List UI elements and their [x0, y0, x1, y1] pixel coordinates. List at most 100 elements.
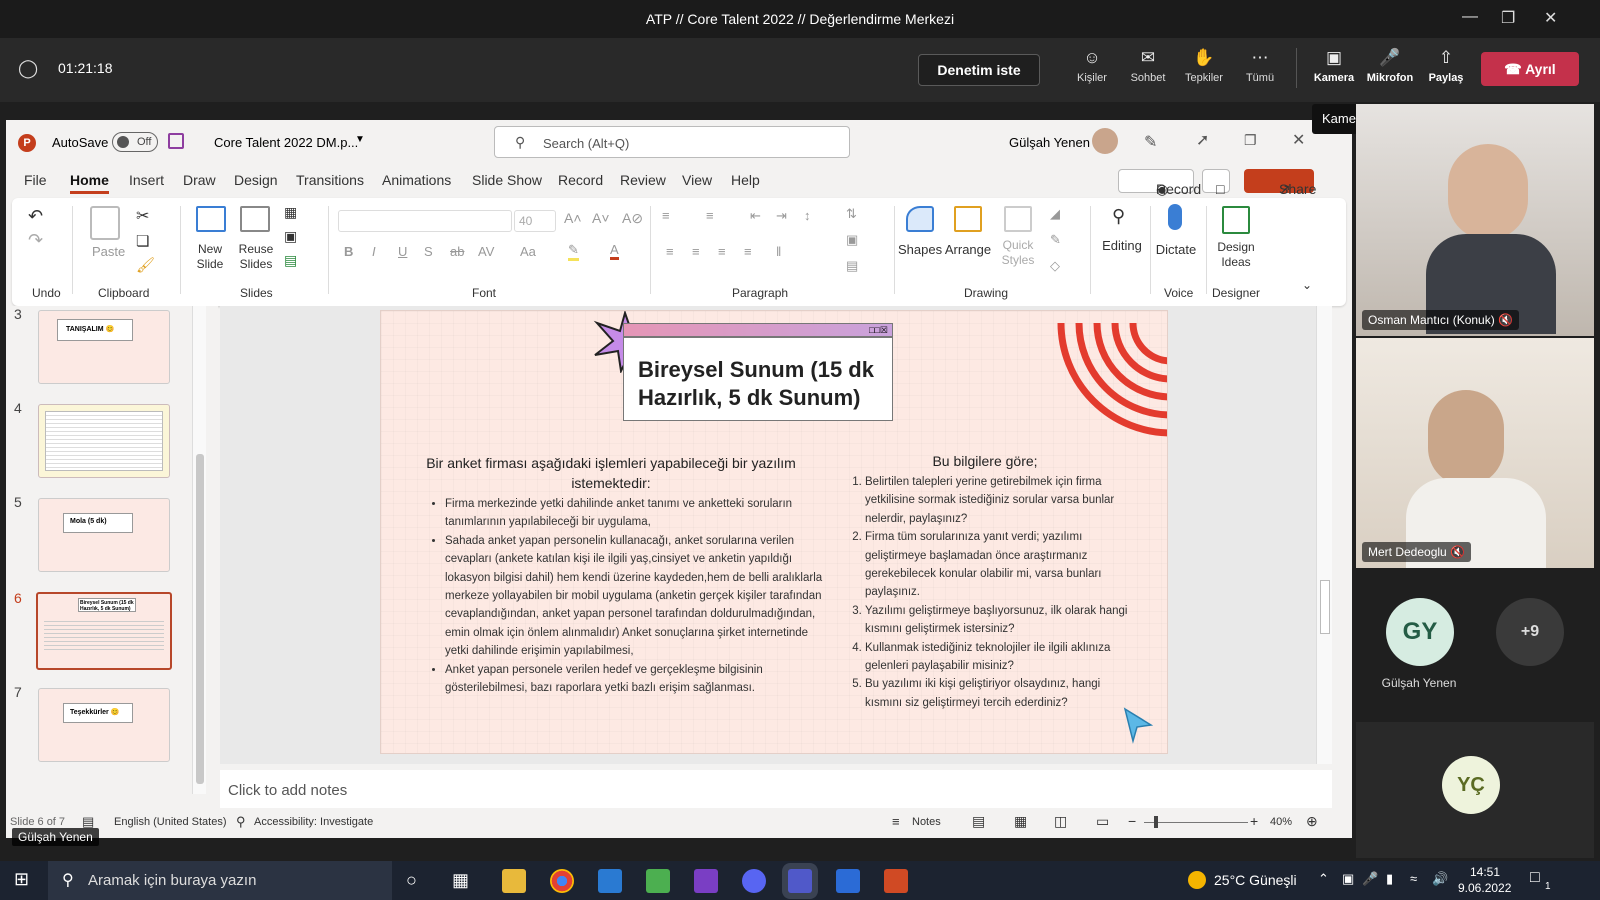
grow-font-icon[interactable]: A˄ [564, 210, 582, 226]
new-slide-label[interactable]: New Slide [188, 242, 232, 272]
editing-label[interactable]: Editing [1098, 238, 1146, 253]
slide-thumbnail-7[interactable]: Teşekkürler 😊 [38, 688, 170, 762]
camera-button[interactable]: ▣ Kamera [1306, 48, 1362, 84]
slide-thumbnail-6-selected[interactable]: Bireysel Sunum (15 dk Hazırlık, 5 dk Sun… [36, 592, 172, 670]
chat-button[interactable]: ✉ Sohbet [1120, 48, 1176, 84]
taskbar-search[interactable]: ⚲ Aramak için buraya yazın [48, 861, 392, 900]
scroll-thumb[interactable] [196, 454, 204, 784]
clock-time[interactable]: 14:51 [1470, 865, 1500, 879]
share-button[interactable]: ⇧ Paylaş [1418, 48, 1474, 84]
decrease-indent-icon[interactable]: ⇤ [750, 208, 761, 224]
bold-icon[interactable]: B [344, 244, 353, 259]
align-center-icon[interactable]: ≡ [692, 244, 700, 259]
slideshow-icon[interactable]: ▭ [1096, 813, 1109, 830]
volume-icon[interactable]: 🔊 [1432, 871, 1448, 887]
current-slide[interactable]: □□☒ Bireysel Sunum (15 dk Hazırlık, 5 dk… [380, 310, 1168, 754]
microphone-icon[interactable] [1168, 204, 1182, 230]
find-icon[interactable]: ⚲ [1112, 206, 1125, 227]
tab-record[interactable]: Record [558, 172, 603, 188]
layout-icon[interactable]: ▦ [284, 204, 297, 221]
visual-studio-icon[interactable] [694, 869, 718, 893]
redo-icon[interactable]: ↷ [28, 230, 43, 251]
tab-transitions[interactable]: Transitions [296, 172, 364, 188]
avatar-yc[interactable]: YÇ [1442, 756, 1500, 814]
app-icon[interactable] [646, 869, 670, 893]
save-icon[interactable] [168, 133, 184, 149]
more-button[interactable]: ⋯ Tümü [1232, 48, 1288, 84]
shadow-icon[interactable]: S [424, 244, 433, 259]
font-color-icon[interactable]: A [610, 242, 619, 260]
shapes-icon[interactable] [906, 206, 934, 232]
battery-icon[interactable]: ▮ [1386, 871, 1393, 887]
people-button[interactable]: ☺ Kişiler [1064, 48, 1120, 84]
bullets-icon[interactable]: ≡ [662, 208, 670, 223]
accessibility-status[interactable]: Accessibility: Investigate [254, 816, 373, 828]
new-slide-icon[interactable] [196, 206, 226, 232]
zoom-level[interactable]: 40% [1270, 816, 1292, 828]
zoom-out-icon[interactable]: − [1128, 813, 1136, 829]
change-case-icon[interactable]: Aa [520, 244, 536, 259]
tray-chevron-icon[interactable]: ⌃ [1318, 871, 1329, 887]
align-right-icon[interactable]: ≡ [718, 244, 726, 259]
strikethrough-icon[interactable]: ab [450, 244, 464, 259]
chevron-down-icon[interactable]: ▼ [355, 134, 365, 145]
justify-icon[interactable]: ≡ [744, 244, 752, 259]
file-explorer-icon[interactable] [502, 869, 526, 893]
participant-video-1[interactable]: Osman Mantıcı (Konuk) 🔇 [1356, 104, 1594, 336]
align-text-icon[interactable]: ▣ [846, 232, 858, 248]
reactions-button[interactable]: ✋ Tepkiler [1176, 48, 1232, 84]
comments-button[interactable]: □ [1202, 169, 1230, 197]
powerpoint-taskbar-icon[interactable] [884, 869, 908, 893]
tab-home[interactable]: Home [70, 172, 109, 194]
quick-styles-label[interactable]: Quick Styles [996, 238, 1040, 268]
shape-fill-icon[interactable]: ◢ [1050, 206, 1060, 222]
chrome-icon[interactable] [550, 869, 574, 893]
windows-start-icon[interactable]: ⊞ [14, 869, 29, 890]
cut-icon[interactable]: ✂ [136, 206, 149, 226]
more-participants-button[interactable]: +9 [1496, 598, 1564, 666]
spacing-icon[interactable]: AV [478, 244, 494, 259]
avatar-gy[interactable]: GY [1386, 598, 1454, 666]
text-direction-icon[interactable]: ⇅ [846, 206, 857, 222]
paste-icon[interactable] [90, 206, 120, 240]
autosave-toggle[interactable]: Off [112, 132, 158, 152]
design-ideas-label[interactable]: Design Ideas [1212, 240, 1260, 270]
leave-button[interactable]: ☎ Ayrıl [1481, 52, 1579, 86]
maximize-icon[interactable]: ❐ [1501, 8, 1515, 28]
search-box[interactable]: ⚲ Search (Alt+Q) [494, 126, 850, 158]
mic-button[interactable]: 🎤 Mikrofon [1362, 48, 1418, 84]
task-view-icon[interactable]: ▦ [452, 870, 469, 891]
notification-icon[interactable]: □ [1530, 869, 1540, 887]
ppt-close-icon[interactable]: ✕ [1292, 130, 1305, 150]
normal-view-icon[interactable]: ▤ [972, 813, 985, 830]
slide-thumbnail-5[interactable]: Mola (5 dk) [38, 498, 170, 572]
slide-scrollbar[interactable] [1316, 306, 1332, 764]
slide-thumbnail-3[interactable]: TANIŞALIM 😊 [38, 310, 170, 384]
tab-insert[interactable]: Insert [129, 172, 164, 188]
reset-icon[interactable]: ▣ [284, 228, 297, 245]
format-painter-icon[interactable]: 🖌 [136, 256, 155, 274]
tab-help[interactable]: Help [731, 172, 760, 188]
tab-file[interactable]: File [24, 172, 47, 188]
fit-slide-icon[interactable]: ⊕ [1306, 813, 1318, 830]
reuse-slides-label[interactable]: Reuse Slides [234, 242, 278, 272]
smartart-icon[interactable]: ▤ [846, 258, 858, 274]
italic-icon[interactable]: I [372, 244, 376, 259]
copy-icon[interactable]: ❏ [136, 232, 149, 250]
participant-video-2[interactable]: Mert Dedeoglu 🔇 [1356, 338, 1594, 568]
align-left-icon[interactable]: ≡ [666, 244, 674, 259]
tab-review[interactable]: Review [620, 172, 666, 188]
shrink-font-icon[interactable]: A˅ [592, 210, 610, 226]
numbering-icon[interactable]: ≡ [706, 208, 714, 223]
zoom-thumb[interactable] [1154, 816, 1158, 828]
paste-label[interactable]: Paste [92, 244, 125, 259]
pen-icon[interactable]: ✎ [1144, 132, 1157, 152]
tab-slide-show[interactable]: Slide Show [472, 172, 542, 188]
arrange-icon[interactable] [954, 206, 982, 232]
discord-icon[interactable] [742, 869, 766, 893]
clock-date[interactable]: 9.06.2022 [1458, 881, 1511, 895]
columns-icon[interactable]: ‖ [776, 244, 781, 259]
wifi-icon[interactable]: ≈ [1410, 871, 1417, 886]
notes-pane[interactable]: Click to add notes [220, 770, 1332, 808]
slide-title[interactable]: Bireysel Sunum (15 dk Hazırlık, 5 dk Sun… [623, 337, 893, 421]
